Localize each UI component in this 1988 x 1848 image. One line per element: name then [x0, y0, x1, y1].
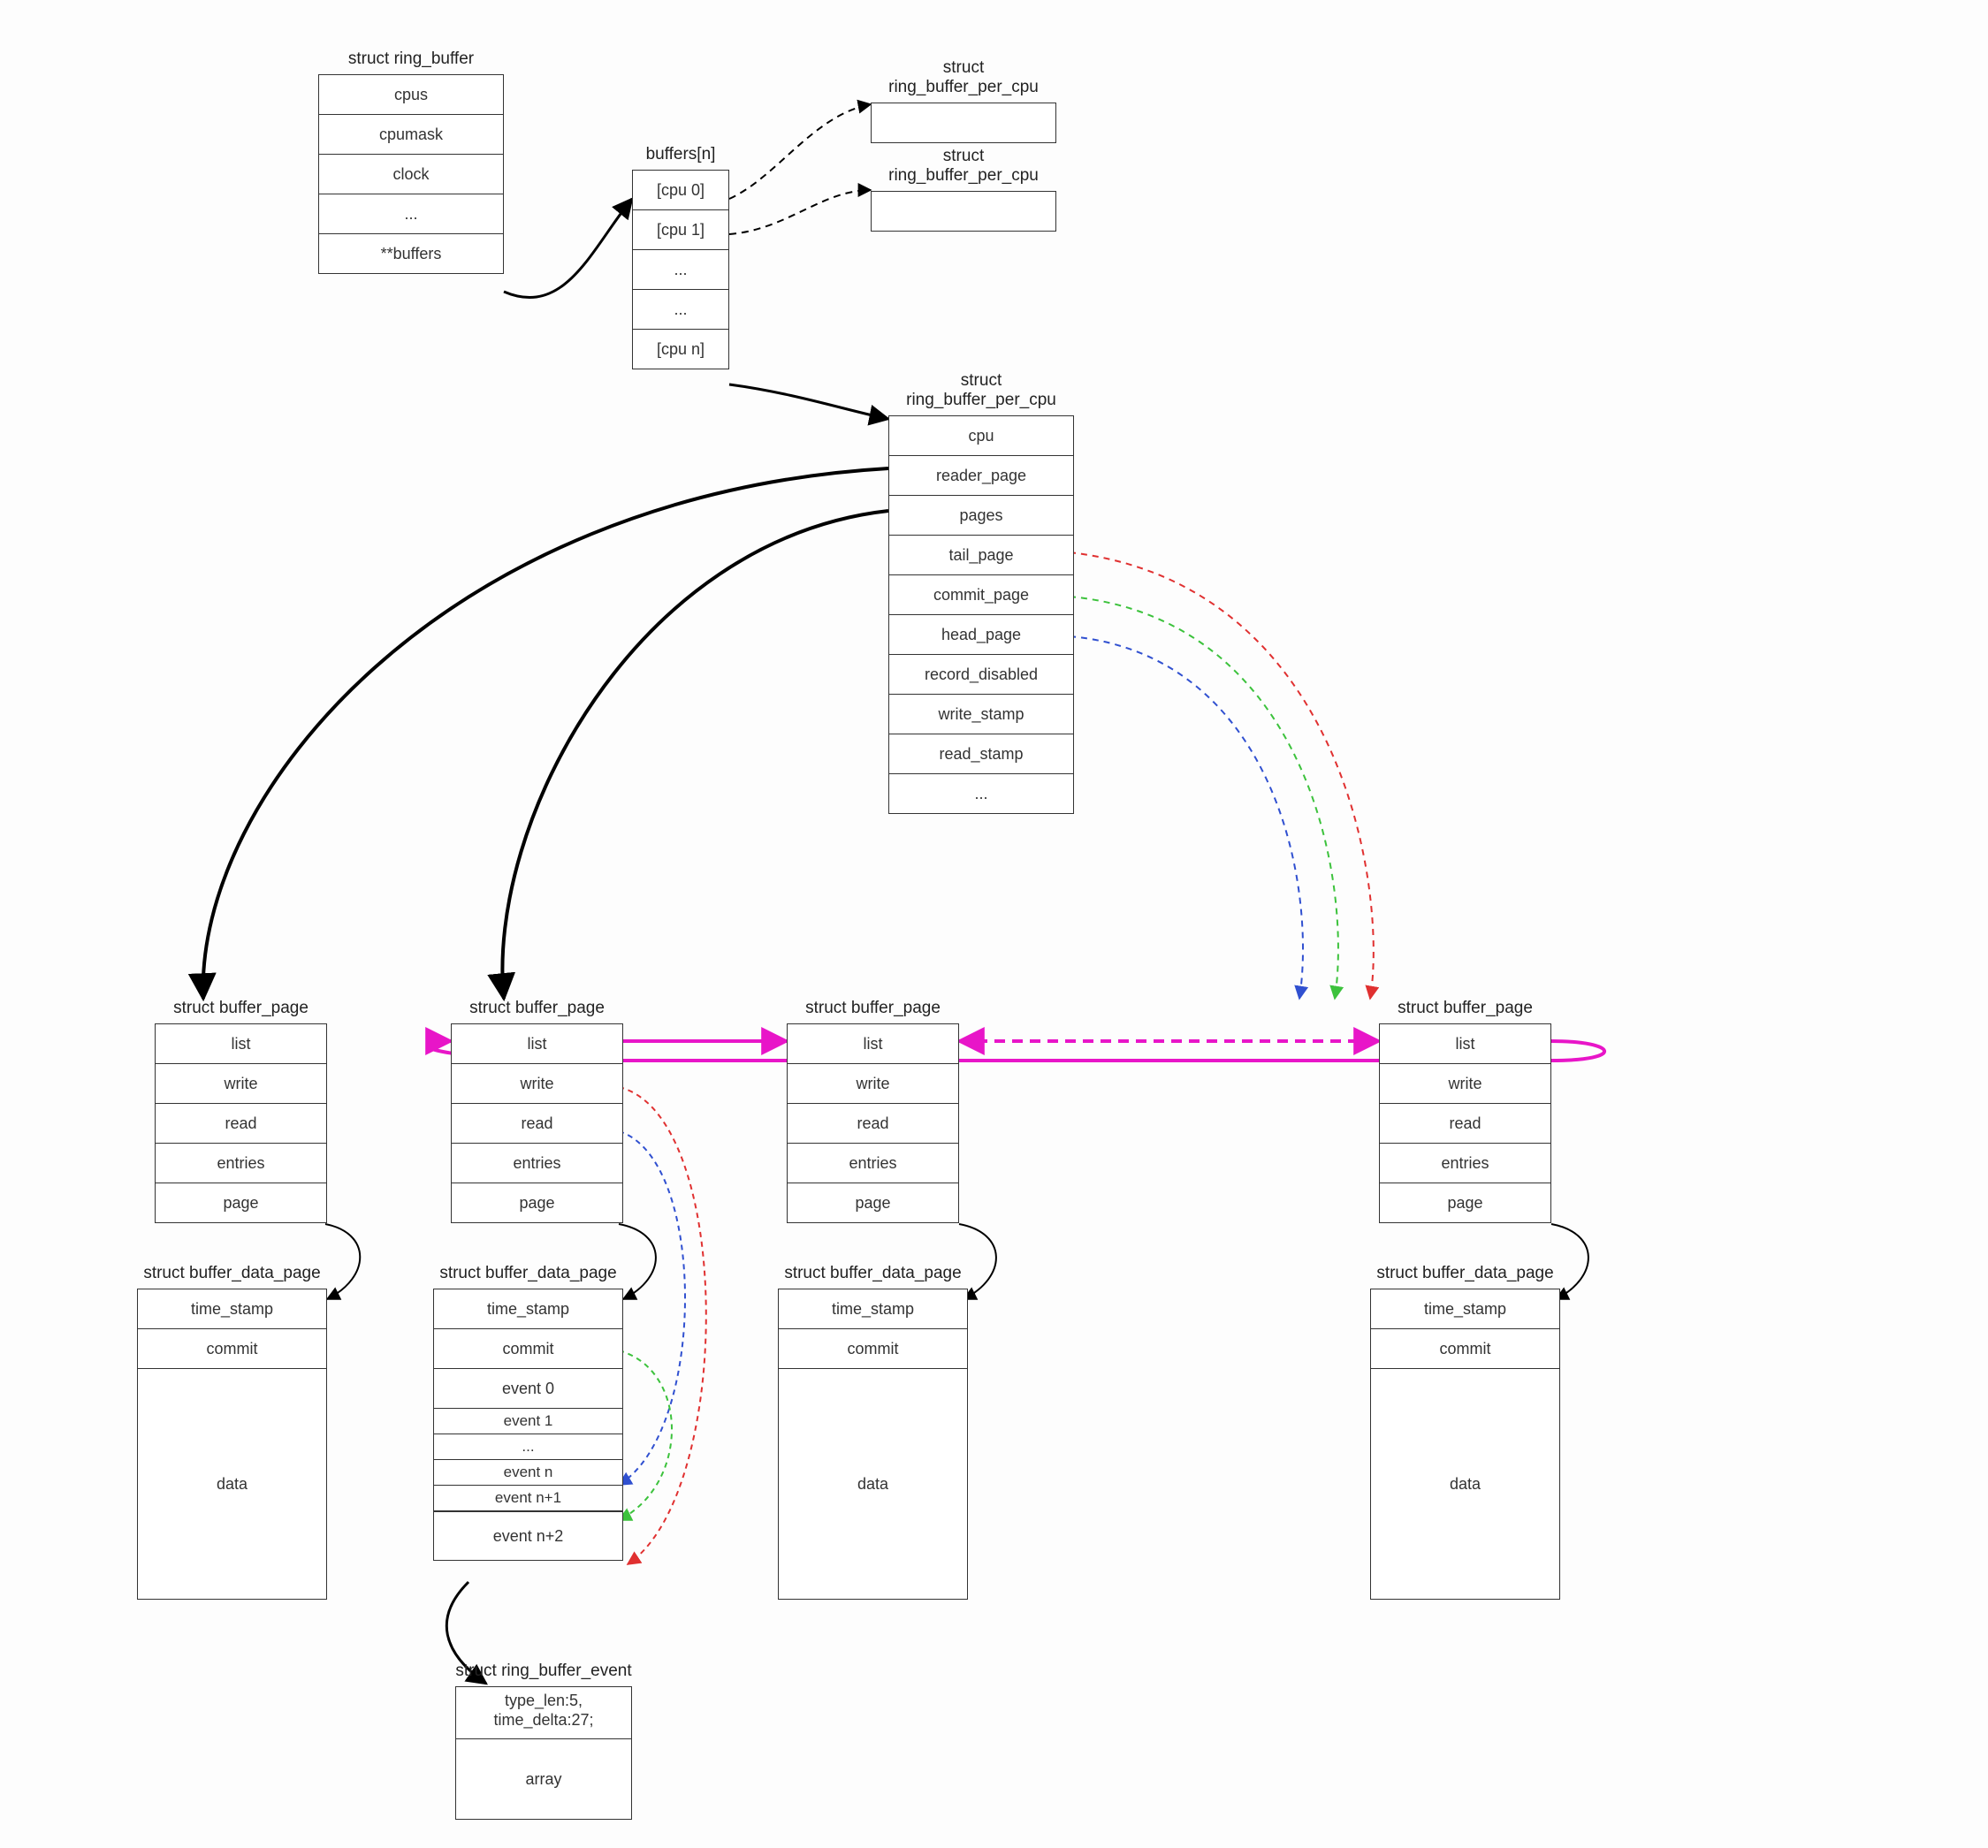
- field: cpu: [888, 415, 1074, 456]
- struct-per-cpu-empty-2: struct ring_buffer_per_cpu: [871, 147, 1056, 232]
- array-item: [cpu n]: [632, 330, 729, 369]
- struct-buffer-data-page-3: struct buffer_data_page time_stamp commi…: [778, 1264, 968, 1600]
- field: time_stamp: [1370, 1289, 1560, 1329]
- field: head_page: [888, 615, 1074, 655]
- empty-box: [871, 103, 1056, 143]
- ring-buffer-title: struct ring_buffer: [318, 49, 504, 69]
- field: tail_page: [888, 536, 1074, 575]
- field: event n+1: [433, 1486, 623, 1511]
- struct-per-cpu-empty-1: struct ring_buffer_per_cpu: [871, 58, 1056, 143]
- buffers-array: buffers[n] [cpu 0] [cpu 1] ... ... [cpu …: [632, 145, 729, 369]
- field: array: [455, 1739, 632, 1820]
- buffer-page-title: struct buffer_page: [451, 999, 623, 1018]
- struct-ring-buffer-event: struct ring_buffer_event type_len:5, tim…: [455, 1662, 632, 1820]
- field: event 1: [433, 1409, 623, 1434]
- struct-buffer-page-2: struct buffer_page list write read entri…: [451, 999, 623, 1223]
- field: time_stamp: [137, 1289, 327, 1329]
- field: read: [787, 1104, 959, 1144]
- data-area: data: [1370, 1369, 1560, 1600]
- buffer-data-page-title: struct buffer_data_page: [433, 1264, 623, 1283]
- struct-buffer-data-page-2: struct buffer_data_page time_stamp commi…: [433, 1264, 623, 1561]
- struct-buffer-page-3: struct buffer_page list write read entri…: [787, 999, 959, 1223]
- field: cpus: [318, 74, 504, 115]
- field: page: [1379, 1183, 1551, 1223]
- buffer-page-title: struct buffer_page: [155, 999, 327, 1018]
- struct-buffer-data-page-4: struct buffer_data_page time_stamp commi…: [1370, 1264, 1560, 1600]
- buffer-data-page-title: struct buffer_data_page: [778, 1264, 968, 1283]
- field: time_stamp: [778, 1289, 968, 1329]
- field: ...: [888, 774, 1074, 814]
- field: entries: [155, 1144, 327, 1183]
- field: event n+2: [433, 1511, 623, 1561]
- field: ...: [433, 1434, 623, 1460]
- per-cpu-title: struct ring_buffer_per_cpu: [871, 58, 1056, 97]
- field: write: [787, 1064, 959, 1104]
- field: commit: [433, 1329, 623, 1369]
- field: cpumask: [318, 115, 504, 155]
- field: entries: [451, 1144, 623, 1183]
- ring-buffer-event-title: struct ring_buffer_event: [455, 1662, 632, 1681]
- field: type_len:5, time_delta:27;: [455, 1686, 632, 1739]
- empty-box: [871, 191, 1056, 232]
- array-item: ...: [632, 290, 729, 330]
- struct-buffer-data-page-1: struct buffer_data_page time_stamp commi…: [137, 1264, 327, 1600]
- field: clock: [318, 155, 504, 194]
- buffer-data-page-title: struct buffer_data_page: [137, 1264, 327, 1283]
- field: commit: [778, 1329, 968, 1369]
- buffer-page-title: struct buffer_page: [1379, 999, 1551, 1018]
- field: time_stamp: [433, 1289, 623, 1329]
- struct-buffer-page-4: struct buffer_page list write read entri…: [1379, 999, 1551, 1223]
- struct-ring-buffer: struct ring_buffer cpus cpumask clock ..…: [318, 49, 504, 274]
- buffer-page-title: struct buffer_page: [787, 999, 959, 1018]
- field: write: [1379, 1064, 1551, 1104]
- array-item: ...: [632, 250, 729, 290]
- buffers-array-title: buffers[n]: [632, 145, 729, 164]
- field: list: [451, 1023, 623, 1064]
- rbe-line2: time_delta:27;: [493, 1711, 593, 1729]
- field: commit: [1370, 1329, 1560, 1369]
- field: pages: [888, 496, 1074, 536]
- field: event 0: [433, 1369, 623, 1409]
- field: commit: [137, 1329, 327, 1369]
- field: list: [155, 1023, 327, 1064]
- per-cpu-title: struct ring_buffer_per_cpu: [871, 147, 1056, 186]
- data-area: data: [137, 1369, 327, 1600]
- field: entries: [1379, 1144, 1551, 1183]
- field: **buffers: [318, 234, 504, 274]
- per-cpu-title: struct ring_buffer_per_cpu: [888, 371, 1074, 410]
- field: page: [451, 1183, 623, 1223]
- field: list: [1379, 1023, 1551, 1064]
- field: read: [155, 1104, 327, 1144]
- field: read_stamp: [888, 734, 1074, 774]
- field: reader_page: [888, 456, 1074, 496]
- struct-buffer-page-1: struct buffer_page list write read entri…: [155, 999, 327, 1223]
- field: record_disabled: [888, 655, 1074, 695]
- field: entries: [787, 1144, 959, 1183]
- field: read: [451, 1104, 623, 1144]
- struct-per-cpu: struct ring_buffer_per_cpu cpu reader_pa…: [888, 371, 1074, 814]
- field: read: [1379, 1104, 1551, 1144]
- rbe-line1: type_len:5,: [505, 1692, 583, 1709]
- field: event n: [433, 1460, 623, 1486]
- data-area: data: [778, 1369, 968, 1600]
- buffer-data-page-title: struct buffer_data_page: [1370, 1264, 1560, 1283]
- array-item: [cpu 0]: [632, 170, 729, 210]
- field: list: [787, 1023, 959, 1064]
- field: commit_page: [888, 575, 1074, 615]
- field: write: [451, 1064, 623, 1104]
- field: page: [787, 1183, 959, 1223]
- field: write: [155, 1064, 327, 1104]
- field: ...: [318, 194, 504, 234]
- array-item: [cpu 1]: [632, 210, 729, 250]
- field: page: [155, 1183, 327, 1223]
- field: write_stamp: [888, 695, 1074, 734]
